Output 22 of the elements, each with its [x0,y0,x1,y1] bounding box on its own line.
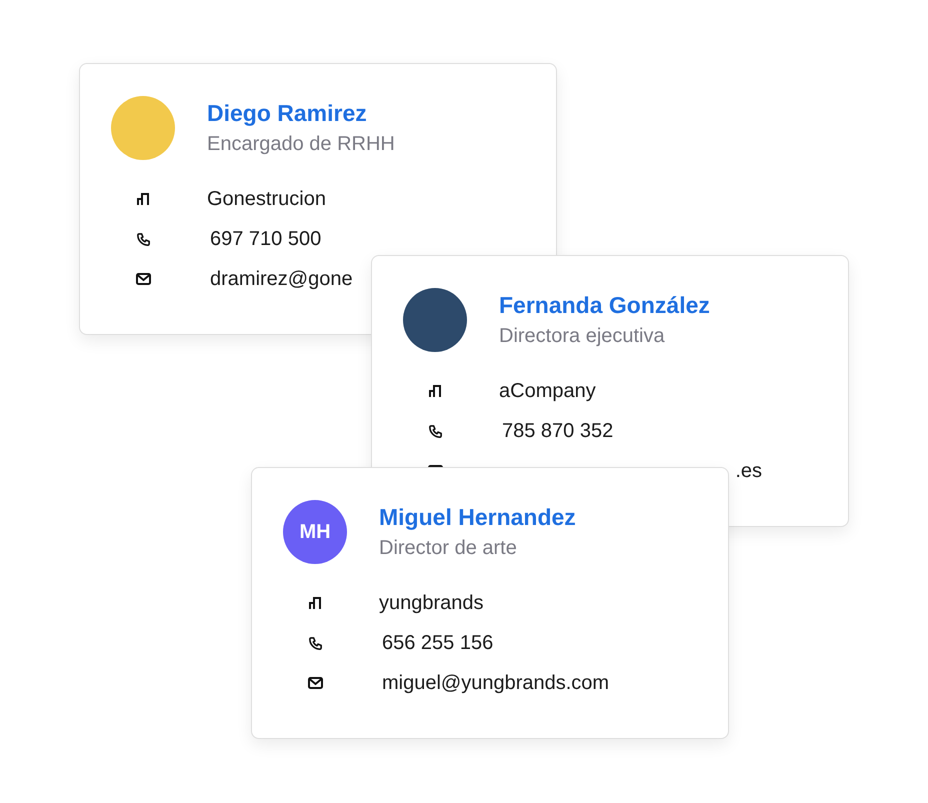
phone-number: 697 710 500 [210,228,322,250]
phone-number: 785 870 352 [502,420,614,442]
job-title: Encargado de RRHH [207,133,395,156]
company-name: aCompany [499,380,596,402]
email-address: miguel@yungbrands.com [382,672,610,694]
job-title: Director de arte [379,537,518,560]
building-icon [428,384,442,398]
email-address: dramirez@gone [210,268,353,290]
phone-number: 656 255 156 [382,632,494,654]
contact-name: Miguel Hernandez [379,504,576,531]
avatar-initials: MH [283,500,347,564]
phone-icon [428,424,443,438]
email-address: .es [734,460,763,482]
job-title: Directora ejecutiva [499,325,666,348]
building-icon [308,596,322,610]
phone-icon [136,232,151,246]
building-icon [136,192,150,206]
company-name: yungbrands [379,592,484,614]
company-name: Gonestrucion [207,188,326,210]
contact-name: Fernanda González [499,292,710,319]
contact-name: Diego Ramirez [207,100,368,127]
phone-icon [308,636,323,650]
